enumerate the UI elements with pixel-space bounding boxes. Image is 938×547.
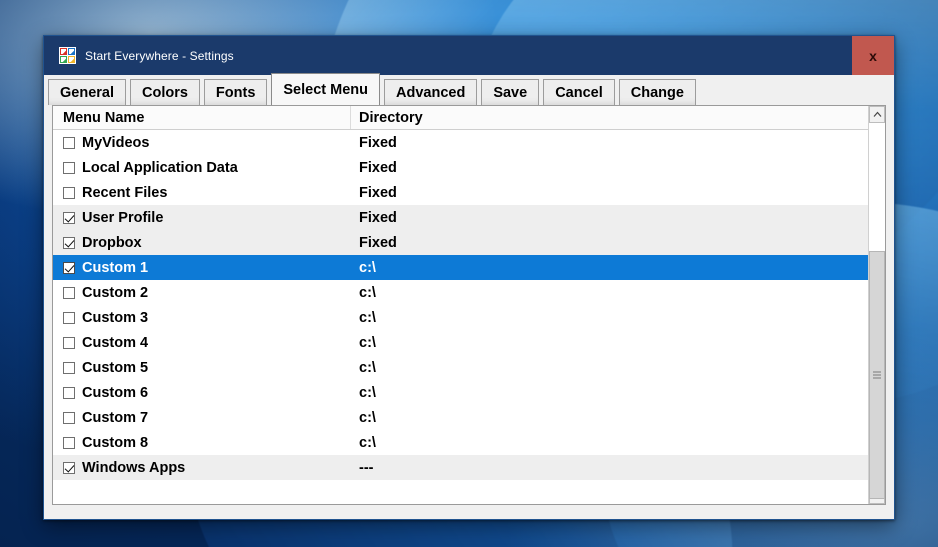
checkbox-checked-icon[interactable] (63, 461, 75, 474)
scrollbar-thumb[interactable] (869, 251, 885, 499)
menu-name-label: Recent Files (82, 184, 168, 201)
table-row[interactable]: Custom 6 c:\ (53, 380, 868, 405)
cell-menu-name: Custom 4 (53, 335, 351, 351)
cell-directory: Fixed (359, 134, 397, 151)
checkbox-unchecked-icon[interactable] (63, 186, 75, 199)
list-rows: MyVideos Fixed Local Application Data Fixed… (53, 130, 868, 504)
table-row[interactable]: Recent Files Fixed (53, 180, 868, 205)
cell-directory: c:\ (359, 334, 376, 351)
cell-directory: c:\ (359, 359, 376, 376)
table-row[interactable]: Local Application Data Fixed (53, 155, 868, 180)
checkbox-unchecked-icon[interactable] (63, 411, 75, 424)
table-row[interactable]: User Profile Fixed (53, 205, 868, 230)
checkbox-unchecked-icon[interactable] (63, 161, 75, 174)
menu-name-label: Custom 4 (82, 334, 149, 351)
cell-directory: c:\ (359, 384, 376, 401)
tab-change[interactable]: Change (618, 79, 696, 105)
cell-directory: Fixed (359, 159, 397, 176)
cell-directory: c:\ (359, 409, 376, 426)
scrollbar-track[interactable] (869, 123, 885, 499)
tab-fonts[interactable]: Fonts (203, 79, 268, 105)
checkbox-unchecked-icon[interactable] (63, 361, 75, 374)
menu-name-label: Custom 2 (82, 284, 149, 301)
table-row[interactable]: Custom 3 c:\ (53, 305, 868, 330)
menu-name-label: MyVideos (82, 134, 150, 151)
tab-advanced[interactable]: Advanced (384, 79, 478, 105)
table-row[interactable]: MyVideos Fixed (53, 130, 868, 155)
menu-name-label: Custom 5 (82, 359, 149, 376)
checkbox-unchecked-icon[interactable] (63, 436, 75, 449)
checkbox-checked-icon[interactable] (63, 236, 75, 249)
cell-directory: --- (359, 459, 374, 476)
cell-menu-name: Dropbox (53, 235, 351, 251)
cell-directory: Fixed (359, 184, 397, 201)
list-header-row: Menu Name Directory (53, 106, 868, 130)
table-row[interactable]: Custom 4 c:\ (53, 330, 868, 355)
tab-save[interactable]: Save (481, 79, 540, 105)
settings-window: Start Everywhere - Settings x General Co… (43, 35, 895, 520)
table-row[interactable]: Custom 7 c:\ (53, 405, 868, 430)
checkbox-checked-icon[interactable] (63, 261, 75, 274)
table-row[interactable]: Custom 2 c:\ (53, 280, 868, 305)
cell-menu-name: Custom 6 (53, 385, 351, 401)
checkbox-checked-icon[interactable] (63, 211, 75, 224)
menu-list: Menu Name Directory MyVideos Fixed Local A… (53, 106, 868, 504)
checkbox-unchecked-icon[interactable] (63, 386, 75, 399)
window-title: Start Everywhere - Settings (85, 48, 234, 63)
menu-name-label: Dropbox (82, 234, 142, 251)
checkbox-unchecked-icon[interactable] (63, 311, 75, 324)
tab-cancel[interactable]: Cancel (543, 79, 615, 105)
menu-list-panel: Menu Name Directory MyVideos Fixed Local A… (52, 105, 886, 505)
tab-colors[interactable]: Colors (130, 79, 200, 105)
scroll-up-button[interactable] (869, 106, 885, 123)
menu-name-label: Custom 3 (82, 309, 149, 326)
menu-name-label: Custom 1 (82, 259, 149, 276)
table-row[interactable]: Custom 5 c:\ (53, 355, 868, 380)
tab-bar: General Colors Fonts Select Menu Advance… (44, 73, 894, 105)
cell-menu-name: Custom 7 (53, 410, 351, 426)
cell-menu-name: Local Application Data (53, 160, 351, 176)
tab-select-menu[interactable]: Select Menu (271, 73, 380, 105)
cell-directory: c:\ (359, 309, 376, 326)
cell-menu-name: MyVideos (53, 135, 351, 151)
table-row[interactable]: Windows Apps --- (53, 455, 868, 480)
cell-directory: c:\ (359, 434, 376, 451)
tab-general[interactable]: General (48, 79, 126, 105)
cell-menu-name: User Profile (53, 210, 351, 226)
menu-name-label: Custom 8 (82, 434, 149, 451)
cell-menu-name: Custom 2 (53, 285, 351, 301)
table-row[interactable]: Custom 1 c:\ (53, 255, 868, 280)
window-titlebar[interactable]: Start Everywhere - Settings x (44, 36, 894, 75)
menu-name-label: Custom 7 (82, 409, 149, 426)
close-icon: x (869, 47, 877, 64)
cell-directory: Fixed (359, 234, 397, 251)
checkbox-unchecked-icon[interactable] (63, 286, 75, 299)
cell-menu-name: Custom 1 (53, 260, 351, 276)
checkbox-unchecked-icon[interactable] (63, 136, 75, 149)
menu-name-label: Custom 6 (82, 384, 149, 401)
checkbox-unchecked-icon[interactable] (63, 336, 75, 349)
cell-menu-name: Windows Apps (53, 460, 351, 476)
app-quad-arrows-icon (59, 47, 76, 64)
column-header-directory[interactable]: Directory (351, 106, 868, 129)
table-row[interactable]: Custom 8 c:\ (53, 430, 868, 455)
cell-directory: Fixed (359, 209, 397, 226)
vertical-scrollbar[interactable] (868, 106, 885, 504)
cell-menu-name: Custom 5 (53, 360, 351, 376)
cell-directory: c:\ (359, 259, 376, 276)
menu-name-label: User Profile (82, 209, 164, 226)
cell-menu-name: Custom 3 (53, 310, 351, 326)
table-row[interactable]: Dropbox Fixed (53, 230, 868, 255)
column-header-menu-name[interactable]: Menu Name (53, 106, 351, 129)
close-button[interactable]: x (852, 36, 894, 75)
desktop-background: Start Everywhere - Settings x General Co… (0, 0, 938, 547)
scrollbar-grip-icon (873, 371, 881, 379)
cell-menu-name: Recent Files (53, 185, 351, 201)
menu-name-label: Windows Apps (82, 459, 186, 476)
menu-name-label: Local Application Data (82, 159, 238, 176)
cell-menu-name: Custom 8 (53, 435, 351, 451)
cell-directory: c:\ (359, 284, 376, 301)
chevron-up-icon (873, 111, 882, 118)
